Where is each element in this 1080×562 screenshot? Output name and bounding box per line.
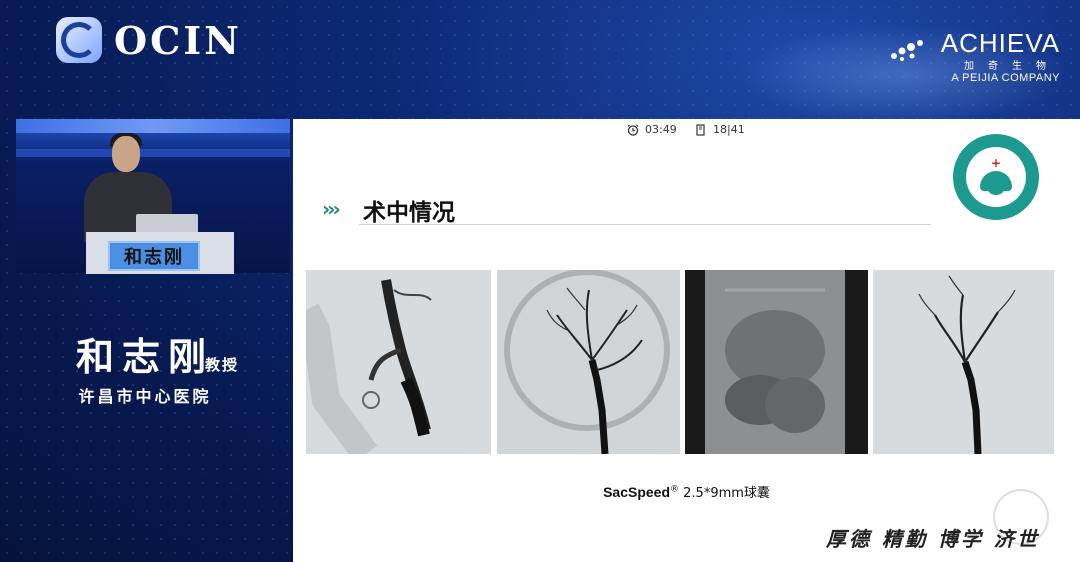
achieva-logo-cn: 加奇生物 (964, 61, 1060, 72)
section-arrows-icon: ››› (322, 197, 341, 221)
ocin-logo: OCIN (56, 16, 242, 64)
speaker-head (112, 136, 140, 172)
angiogram-image-4 (873, 270, 1054, 454)
timer-value: 03:49 (645, 123, 677, 136)
page-icon (696, 123, 705, 136)
section-title: 术中情况 (363, 200, 455, 226)
section-divider (359, 224, 931, 225)
caption-brand: SacSpeed (603, 484, 671, 500)
podium-sign: 和志刚 (108, 241, 200, 271)
hospital-logo-icon: + (953, 134, 1039, 220)
achieva-logo-text: ACHIEVA (940, 28, 1060, 58)
achieva-dots-icon (891, 40, 923, 61)
caption-rest: 2.5*9mm球囊 (679, 486, 770, 501)
ocin-logo-icon (56, 17, 102, 63)
caption-reg: ® (670, 484, 680, 495)
alarm-clock-icon (627, 124, 639, 136)
achieva-logo-sub: A PEIJIA COMPANY (951, 72, 1060, 84)
ocin-logo-text: OCIN (114, 17, 242, 63)
slide-timer: 03:49 (627, 123, 677, 136)
angiogram-image-2 (497, 270, 680, 454)
presentation-slide: 03:49 18|41 ››› 术中情况 + SacSpeed® 2.5*9mm… (293, 119, 1080, 562)
angiogram-image-3 (685, 270, 868, 454)
angiogram-image-1 (306, 270, 491, 454)
slide-page-counter: 18|41 (695, 123, 745, 136)
hospital-motto: 厚德 精勤 博学 济世 (826, 527, 1040, 551)
page-value: 18|41 (713, 123, 745, 136)
speaker-hospital: 许昌市中心医院 (78, 387, 212, 406)
slide-caption: SacSpeed® 2.5*9mm球囊 (293, 482, 1080, 501)
achieva-logo: ACHIEVA 加奇生物 A PEIJIA COMPANY (941, 28, 1060, 84)
speaker-name: 和志刚 (75, 334, 214, 379)
speaker-title: 教授 (205, 356, 240, 374)
